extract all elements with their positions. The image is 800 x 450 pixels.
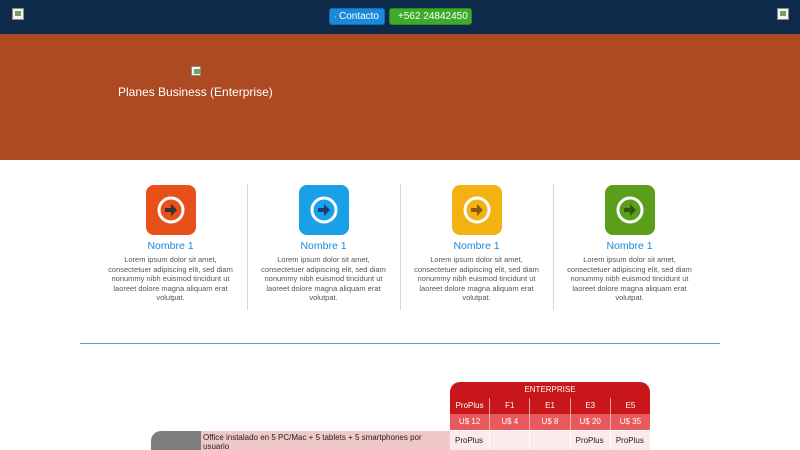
phone-button-label: +562 24842450 (398, 11, 468, 22)
plan-column-header: F1 (490, 398, 531, 414)
plan-column-header: E3 (570, 398, 611, 414)
table-row-tab (151, 431, 201, 450)
plan-column-header: ProPlus (450, 398, 491, 414)
table-cell (530, 431, 571, 450)
arrow-right-circle-icon[interactable] (298, 185, 349, 235)
hero-title: Planes Business (Enterprise) (118, 85, 273, 99)
feature-description: Lorem ipsum dolor sit amet, consectetuer… (414, 255, 539, 302)
top-bar: Contacto +562 24842450 (0, 0, 800, 34)
arrow-right-circle-icon[interactable] (145, 185, 196, 235)
arrow-right-circle-icon[interactable] (604, 185, 655, 235)
contact-button-label: Contacto (338, 11, 379, 22)
hero-image (191, 66, 201, 76)
plan-price: U$ 8 (530, 414, 571, 430)
table-cell: ProPlus (570, 431, 611, 450)
plan-price: U$ 4 (490, 414, 531, 430)
feature-title: Nombre 1 (300, 240, 347, 252)
arrow-right-circle-icon[interactable] (451, 185, 502, 235)
feature-card: Nombre 1 Lorem ipsum dolor sit amet, con… (247, 160, 400, 310)
feature-title: Nombre 1 (606, 240, 653, 252)
table-row: ProPlus ProPlus ProPlus (450, 431, 651, 450)
hero-banner: Planes Business (Enterprise) (0, 34, 800, 160)
table-cell: ProPlus (450, 431, 491, 450)
plan-price: U$ 12 (450, 414, 491, 430)
plan-price: U$ 20 (570, 414, 611, 430)
feature-card: Nombre 1 Lorem ipsum dolor sit amet, con… (94, 160, 247, 310)
plan-column-header: E5 (610, 398, 651, 414)
plan-prices: U$ 12 U$ 4 U$ 8 U$ 20 U$ 35 (450, 414, 651, 430)
feature-description: Lorem ipsum dolor sit amet, consectetuer… (567, 255, 692, 302)
section-divider (80, 343, 720, 344)
plan-column-header: E1 (530, 398, 571, 414)
flag-image[interactable] (777, 8, 789, 20)
table-cell: ProPlus (610, 431, 651, 450)
feature-title: Nombre 1 (147, 240, 194, 252)
table-cell (490, 431, 531, 450)
contact-button[interactable]: Contacto (329, 8, 385, 25)
plan-columns: ProPlus F1 E1 E3 E5 (450, 398, 651, 414)
envelope-icon (335, 16, 336, 17)
table-row-description: Office instalado en 5 PC/Mac + 5 tablets… (201, 431, 450, 450)
feature-description: Lorem ipsum dolor sit amet, consectetuer… (261, 255, 386, 302)
features-section: Nombre 1 Lorem ipsum dolor sit amet, con… (0, 160, 800, 340)
logo-image[interactable] (12, 8, 24, 20)
feature-title: Nombre 1 (453, 240, 500, 252)
feature-card: Nombre 1 Lorem ipsum dolor sit amet, con… (400, 160, 553, 310)
feature-description: Lorem ipsum dolor sit amet, consectetuer… (108, 255, 233, 302)
plan-group-header: ENTERPRISE (450, 382, 650, 398)
plan-price: U$ 35 (610, 414, 651, 430)
feature-card: Nombre 1 Lorem ipsum dolor sit amet, con… (553, 160, 706, 310)
phone-button[interactable]: +562 24842450 (389, 8, 472, 25)
